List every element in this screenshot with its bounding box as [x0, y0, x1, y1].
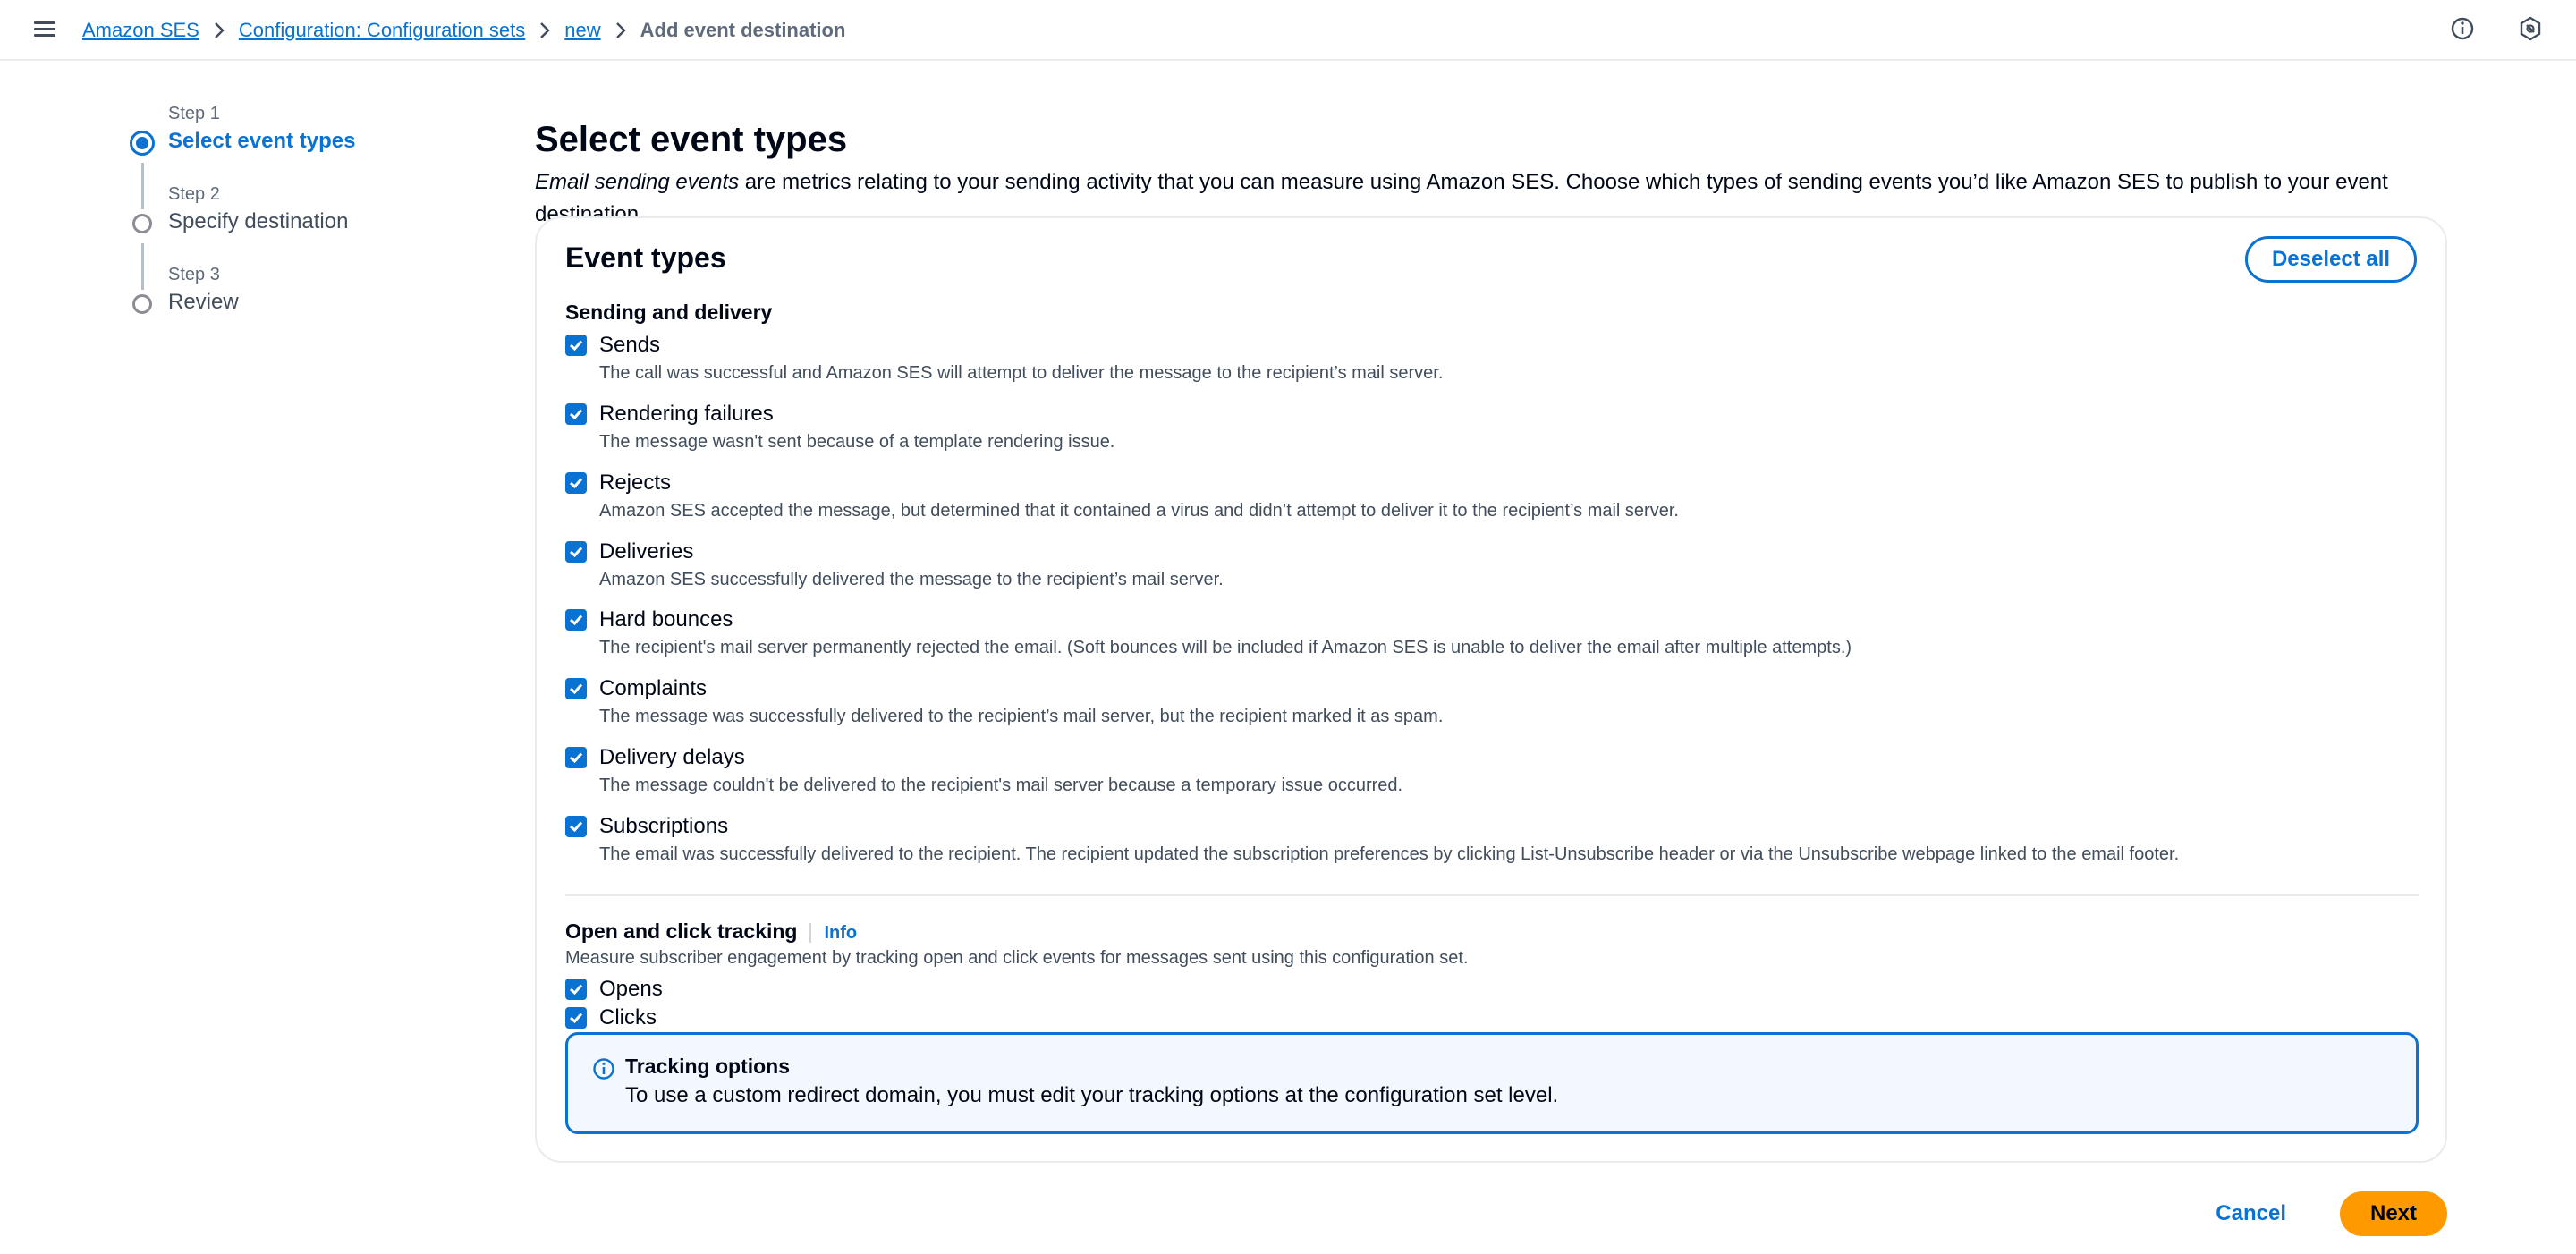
- event-label: Complaints: [599, 676, 708, 700]
- step-title-review[interactable]: Review: [168, 290, 239, 315]
- breadcrumb-link-configuration-sets[interactable]: Configuration: Configuration sets: [239, 16, 525, 45]
- event-label: Hard bounces: [599, 607, 733, 631]
- step-1[interactable]: Step 1 Select event types: [125, 100, 465, 181]
- check-icon: [570, 821, 583, 833]
- step-indicator-icon: [132, 214, 152, 233]
- checkbox-complaints[interactable]: [565, 678, 587, 699]
- event-description: The message couldn't be delivered to the…: [599, 775, 1403, 795]
- breadcrumb-current: Add event destination: [640, 19, 846, 41]
- check-icon: [570, 614, 583, 626]
- info-link[interactable]: Info: [809, 923, 858, 943]
- alert-title: Tracking options: [625, 1055, 791, 1078]
- hamburger-icon[interactable]: [32, 18, 57, 43]
- event-label: Opens: [599, 977, 663, 1001]
- chevron-right-icon: [601, 21, 640, 40]
- check-icon: [570, 752, 583, 764]
- check-icon: [570, 409, 583, 420]
- event-label: Delivery delays: [599, 745, 745, 769]
- section-open-and-click-tracking: Open and click tracking Info: [565, 919, 858, 944]
- event-description: Amazon SES accepted the message, but det…: [599, 501, 1679, 521]
- event-description: The email was successfully delivered to …: [599, 844, 2180, 864]
- card-title: Event types: [565, 241, 726, 274]
- page-title: Select event types: [535, 120, 848, 159]
- step-number: Step 3: [168, 265, 220, 284]
- event-label: Rendering failures: [599, 402, 774, 426]
- tracking-options-alert: Tracking options To use a custom redirec…: [565, 1032, 2419, 1134]
- step-number: Step 1: [168, 104, 220, 123]
- hexagon-settings-icon[interactable]: [2517, 15, 2544, 42]
- alert-body: To use a custom redirect domain, you mus…: [625, 1083, 1559, 1107]
- step-3[interactable]: Step 3 Review: [125, 261, 465, 342]
- tracking-description: Measure subscriber engagement by trackin…: [565, 948, 1469, 968]
- event-description: The recipient's mail server permanently …: [599, 638, 1852, 657]
- check-icon: [570, 1013, 583, 1024]
- wizard-actions: Cancel Next: [2198, 1191, 2447, 1236]
- checkbox-opens[interactable]: [565, 979, 587, 1000]
- event-label: Deliveries: [599, 539, 694, 563]
- check-icon: [570, 478, 583, 489]
- checkbox-hard-bounces[interactable]: [565, 609, 587, 631]
- top-navigation-bar: Amazon SES Configuration: Configuration …: [0, 0, 2576, 61]
- event-label: Rejects: [599, 470, 672, 495]
- checkbox-clicks[interactable]: [565, 1007, 587, 1029]
- cancel-button[interactable]: Cancel: [2198, 1201, 2304, 1226]
- info-circle-icon[interactable]: [2449, 15, 2476, 42]
- step-title-specify-destination[interactable]: Specify destination: [168, 209, 348, 234]
- chevron-right-icon: [199, 21, 239, 40]
- event-label: Sends: [599, 333, 661, 357]
- section-divider: [565, 894, 2419, 896]
- checkbox-rendering-failures[interactable]: [565, 403, 587, 425]
- event-description: The message wasn't sent because of a tem…: [599, 432, 1115, 452]
- event-description: Amazon SES successfully delivered the me…: [599, 570, 1224, 589]
- breadcrumb-link-new[interactable]: new: [564, 16, 600, 45]
- step-title-select-event-types[interactable]: Select event types: [168, 129, 355, 154]
- deselect-all-button[interactable]: Deselect all: [2245, 236, 2417, 283]
- info-circle-icon: [593, 1058, 614, 1080]
- check-icon: [570, 340, 583, 352]
- event-label: Clicks: [599, 1005, 657, 1029]
- check-icon: [570, 984, 583, 996]
- breadcrumb-link-amazon-ses[interactable]: Amazon SES: [82, 16, 199, 45]
- event-description: The message was successfully delivered t…: [599, 707, 1444, 726]
- section-sending-and-delivery: Sending and delivery: [565, 301, 773, 324]
- step-active-indicator-icon: [130, 131, 155, 156]
- event-label: Subscriptions: [599, 814, 729, 838]
- checkbox-sends[interactable]: [565, 335, 587, 356]
- checkbox-rejects[interactable]: [565, 472, 587, 494]
- section-title: Open and click tracking: [565, 919, 798, 943]
- checkbox-subscriptions[interactable]: [565, 816, 587, 837]
- step-2[interactable]: Step 2 Specify destination: [125, 181, 465, 261]
- wizard-steps: Step 1 Select event types Step 2 Specify…: [125, 100, 465, 342]
- page-description-emphasis: Email sending events: [535, 170, 740, 194]
- step-number: Step 2: [168, 184, 220, 204]
- step-indicator-icon: [132, 294, 152, 314]
- breadcrumb: Amazon SES Configuration: Configuration …: [82, 16, 845, 45]
- next-button[interactable]: Next: [2340, 1191, 2447, 1236]
- check-icon: [570, 683, 583, 695]
- checkbox-delivery-delays[interactable]: [565, 747, 587, 768]
- check-icon: [570, 547, 583, 558]
- event-types-card: Event types Deselect all Sending and del…: [535, 216, 2447, 1163]
- chevron-right-icon: [525, 21, 564, 40]
- event-description: The call was successful and Amazon SES w…: [599, 363, 1444, 383]
- main-content: Select event types Email sending events …: [535, 114, 2449, 231]
- checkbox-deliveries[interactable]: [565, 541, 587, 563]
